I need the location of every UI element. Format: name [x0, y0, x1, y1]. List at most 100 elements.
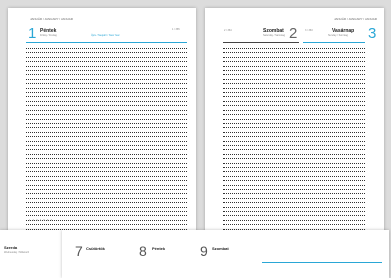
ruled-line [26, 127, 187, 129]
ruled-line [223, 127, 365, 129]
left-planner-page: JANUÁR / JANUARY / JANUAR 1 Péntek Frida… [8, 8, 196, 248]
day-8-number: 8 [139, 243, 147, 259]
ruled-line [26, 78, 187, 80]
ruled-line [26, 105, 187, 107]
holiday-label: Újév / Neujahr / New Year [91, 34, 120, 37]
next-spread-right-page: 7 Csütörtök 8 Péntek 9 Szombat [62, 230, 389, 278]
ruled-line [26, 193, 187, 195]
header-rule [262, 262, 382, 263]
ruled-line [26, 100, 187, 102]
ruled-line [26, 74, 187, 76]
saturday-subtitle: Saturday / Samstag [263, 34, 285, 37]
day-9-number: 9 [200, 243, 208, 259]
ruled-line [26, 87, 187, 89]
saturday-code: 2 / 364 [224, 29, 232, 32]
sunday-rule [303, 42, 365, 43]
ruled-line [223, 118, 365, 120]
ruled-line [223, 109, 365, 111]
ruled-line [26, 149, 187, 151]
ruled-line [26, 109, 187, 111]
ruled-line [26, 140, 187, 142]
ruled-line [223, 202, 365, 204]
ruled-line [223, 52, 365, 54]
ruled-line [26, 131, 187, 133]
ruled-line [223, 175, 365, 177]
ruled-line [26, 65, 187, 67]
ruled-line [223, 65, 365, 67]
saturday-number: 2 [289, 25, 298, 42]
ruled-line [26, 48, 187, 49]
ruled-line [223, 180, 365, 182]
ruled-line [26, 224, 187, 226]
sunday-subtitle: Sunday / Sonntag [328, 34, 348, 37]
ruled-line [26, 83, 187, 85]
ruled-line [26, 202, 187, 204]
right-planner-page: JANUÁR / JANUARY / JANUAR 2 / 364 Szomba… [205, 8, 384, 257]
ruled-line [223, 105, 365, 107]
ruled-line [223, 197, 365, 199]
ruled-line [223, 140, 365, 142]
ruled-line [26, 166, 187, 168]
ruled-line [223, 162, 365, 164]
ruled-line [26, 144, 187, 146]
ruled-line [223, 193, 365, 195]
ruled-line [223, 219, 365, 221]
ruled-line [26, 70, 187, 72]
day-number: 1 [28, 25, 37, 42]
ruled-line [223, 144, 365, 146]
ruled-line [26, 153, 187, 155]
ruled-line [223, 149, 365, 151]
running-header: JANUÁR / JANUARY / JANUAR [30, 17, 73, 21]
ruled-line [26, 96, 187, 98]
day-9-name: Szombat [212, 246, 229, 251]
ruled-line [26, 184, 187, 186]
ruled-line [223, 122, 365, 124]
ruled-line [26, 197, 187, 199]
ruled-line [26, 162, 187, 164]
ruled-line [223, 70, 365, 72]
ruled-line [26, 52, 187, 54]
ruled-line [223, 114, 365, 116]
ruled-line [223, 56, 365, 58]
day-7-name: Csütörtök [86, 246, 105, 251]
ruled-line [26, 171, 187, 173]
ruled-line [26, 206, 187, 208]
ruled-line [223, 224, 365, 226]
ruled-line [26, 136, 187, 138]
ruled-line [223, 206, 365, 208]
ruled-line [223, 100, 365, 102]
ruled-line [223, 184, 365, 186]
ruled-line [223, 87, 365, 89]
ruled-line [223, 171, 365, 173]
ruled-line [223, 83, 365, 85]
footer-text: 1 · 2 · 3 · 4 · 5 · 6 · 7 [29, 219, 53, 222]
ruled-line [26, 175, 187, 177]
ruled-line [26, 122, 187, 124]
ruled-line [223, 136, 365, 138]
ruled-line [26, 61, 187, 63]
ruled-line [223, 92, 365, 94]
ruled-line [223, 61, 365, 63]
saturday-rule [223, 42, 299, 43]
ruled-line [223, 48, 365, 49]
running-header: JANUÁR / JANUARY / JANUAR [334, 17, 377, 21]
ruled-line [26, 56, 187, 58]
ruled-line [26, 211, 187, 213]
ruled-line [26, 118, 187, 120]
day-subtitle: Friday / Freitag [40, 34, 57, 37]
ruled-line [26, 114, 187, 116]
ruled-lines [223, 48, 365, 260]
ruled-line [223, 158, 365, 160]
ruled-line [223, 96, 365, 98]
sunday-code: 3 / 363 [305, 29, 313, 32]
ruled-line [223, 211, 365, 213]
ruled-line [223, 131, 365, 133]
day-7-number: 7 [75, 243, 83, 259]
ruled-line [223, 78, 365, 80]
ruled-line [26, 92, 187, 94]
ruled-line [26, 180, 187, 182]
ruled-line [26, 158, 187, 160]
ruled-line [223, 166, 365, 168]
header-rule [26, 42, 187, 43]
ruled-line [223, 189, 365, 190]
